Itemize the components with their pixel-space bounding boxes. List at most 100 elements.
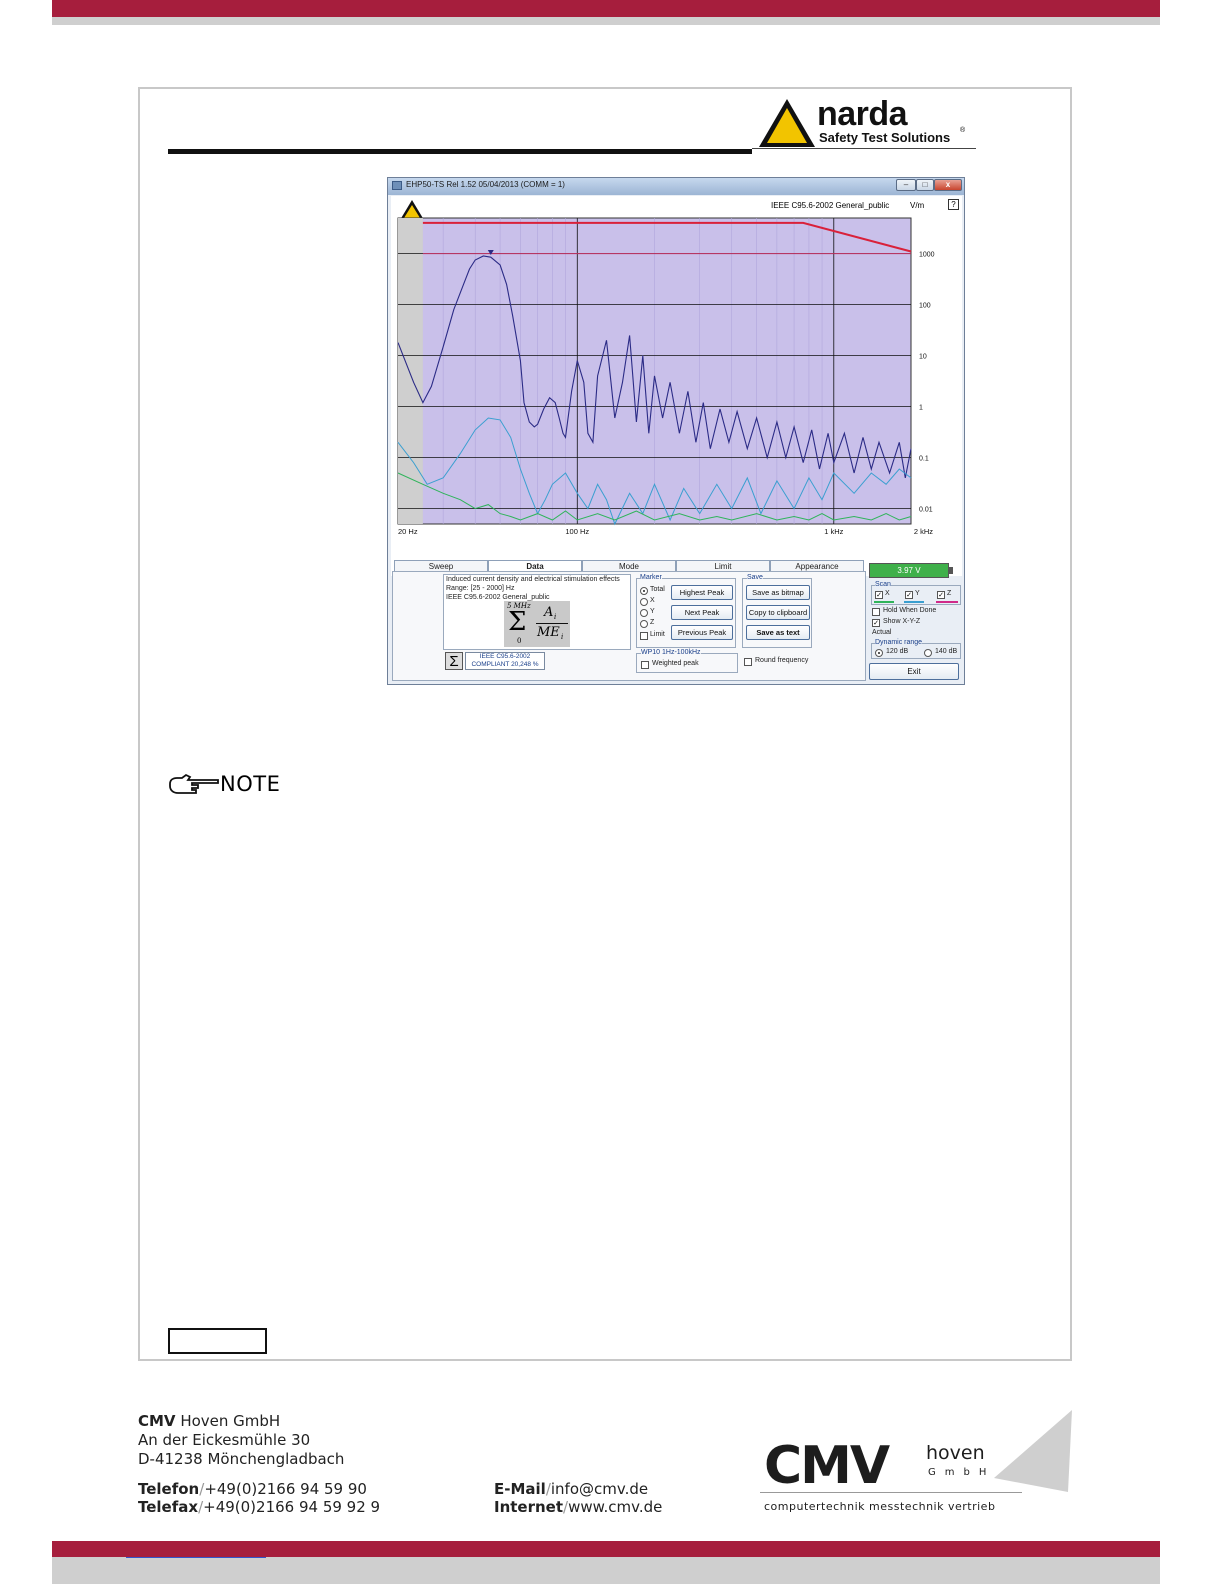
company-bold: CMV [138, 1412, 176, 1430]
save-text-button[interactable]: Save as text [746, 625, 810, 640]
note-label: NOTE [220, 772, 281, 796]
app-window: EHP50-TS Rel 1.52 05/04/2013 (COMM = 1) … [387, 177, 965, 685]
compliance-status: COMPLIANT 20,248 % [471, 661, 539, 668]
narda-tagline: Safety Test Solutions [819, 130, 951, 145]
cmv-triangle-icon [994, 1410, 1072, 1492]
scan-y-color [904, 601, 924, 603]
footer-city: D-41238 Mönchengladbach [138, 1450, 345, 1468]
email-label: E-Mail [494, 1480, 546, 1498]
formula-denominator-index: i [561, 633, 564, 641]
hold-when-done-checkbox[interactable] [872, 608, 880, 616]
close-button[interactable]: x [934, 179, 962, 191]
app-icon [392, 181, 402, 190]
copy-clipboard-button[interactable]: Copy to clipboard [746, 605, 810, 620]
note-block: NOTE [168, 770, 298, 800]
scan-title: Scan [875, 581, 891, 588]
round-frequency-label: Round frequency [755, 657, 809, 664]
narda-wordmark: narda [817, 95, 908, 133]
x-tick-label: 20 Hz [398, 527, 418, 536]
actual-label: Actual [872, 629, 892, 636]
battery-indicator: 3.97 V [869, 563, 949, 578]
plot-area: IEEE C95.6-2002 General_public V/m ? 100… [391, 196, 962, 576]
dynamic-range-group: Dynamic range 120 dB 140 dB [871, 639, 961, 659]
footer-email: E-Mail/info@cmv.de [494, 1480, 648, 1498]
range-140-radio[interactable] [924, 649, 932, 657]
marker-radio-y[interactable] [640, 609, 648, 617]
page-number-box [168, 1328, 267, 1354]
formula-numerator: A [544, 605, 554, 620]
marker-label-total: Total [650, 586, 665, 593]
hold-when-done-label: Hold When Done [883, 607, 937, 614]
marker-radio-z[interactable] [640, 620, 648, 628]
fax-label: Telefax [138, 1498, 199, 1516]
battery-tip [949, 567, 953, 574]
phone-value: +49(0)2166 94 59 90 [204, 1480, 367, 1498]
bottom-grey-bar [52, 1557, 1160, 1584]
previous-peak-button[interactable]: Previous Peak [671, 625, 733, 640]
x-tick-label: 100 Hz [565, 527, 589, 536]
x-tick-label: 1 kHz [824, 527, 843, 536]
marker-radio-x[interactable] [640, 598, 648, 606]
minimize-button[interactable]: – [896, 179, 916, 191]
limit-label: Limit [650, 631, 665, 638]
formula-lower-limit: 0 [517, 637, 522, 645]
weighted-peak-label: Weighted peak [652, 660, 699, 667]
scan-x-label: X [885, 590, 890, 597]
scan-x-checkbox[interactable]: ✓ [875, 591, 883, 599]
top-brand-bar [52, 0, 1160, 17]
battery-voltage: 3.97 V [897, 566, 921, 575]
registered-mark: ® [960, 127, 966, 134]
limit-checkbox[interactable] [640, 632, 648, 640]
scan-y-label: Y [915, 590, 920, 597]
window-titlebar[interactable]: EHP50-TS Rel 1.52 05/04/2013 (COMM = 1) … [388, 178, 964, 195]
compliance-standard: IEEE C95.6-2002 [479, 653, 531, 660]
scan-y-checkbox[interactable]: ✓ [905, 591, 913, 599]
marker-label-x: X [650, 597, 655, 604]
footer-phone: Telefon/+49(0)2166 94 59 90 [138, 1480, 367, 1498]
cmv-hoven: hoven [926, 1442, 985, 1464]
formula-numerator-index: i [554, 613, 557, 621]
y-tick-label: 0.1 [919, 456, 929, 463]
save-group: Save Save as bitmap Copy to clipboard Sa… [742, 574, 812, 648]
sigma-icon[interactable]: Σ [445, 652, 463, 670]
y-tick-label: 100 [919, 303, 931, 310]
highest-peak-button[interactable]: Highest Peak [671, 585, 733, 600]
weighted-peak-checkbox[interactable] [641, 661, 649, 669]
marker-title: Marker [640, 574, 662, 581]
bottom-link-underline [126, 1557, 266, 1558]
narda-logo: narda Safety Test Solutions ® [757, 95, 977, 149]
scan-z-checkbox[interactable]: ✓ [937, 591, 945, 599]
pointing-hand-icon [169, 773, 219, 794]
data-panel: Induced current density and electrical s… [392, 571, 866, 681]
wp10-group: WP10 1Hz-100kHz Weighted peak [636, 649, 738, 673]
wp10-title: WP10 1Hz-100kHz [641, 649, 701, 656]
fax-value: +49(0)2166 94 59 92 9 [203, 1498, 381, 1516]
company-rest: Hoven GmbH [175, 1412, 281, 1430]
bottom-brand-bar [52, 1541, 1160, 1557]
exit-button[interactable]: Exit [869, 663, 959, 680]
marker-radio-total[interactable] [640, 587, 648, 595]
cmv-gmbh: GmbH [928, 1467, 996, 1478]
help-button[interactable]: ? [948, 199, 959, 210]
maximize-button[interactable]: □ [916, 179, 934, 191]
range-120-radio[interactable] [875, 649, 883, 657]
show-xyz-checkbox[interactable]: ✓ [872, 619, 880, 627]
save-bitmap-button[interactable]: Save as bitmap [746, 585, 810, 600]
top-grey-bar [52, 17, 1160, 25]
compliance-box: IEEE C95.6-2002 COMPLIANT 20,248 % [465, 652, 545, 670]
warning-triangle-icon [759, 99, 815, 147]
x-tick-label: 2 kHz [914, 527, 933, 536]
cmv-tagline: computertechnik messtechnik vertrieb [764, 1500, 996, 1513]
scan-group: Scan ✓ X ✓ Y ✓ Z [871, 581, 961, 605]
phone-label: Telefon [138, 1480, 200, 1498]
marker-group: Marker Total X Y Z Limit Highest Peak Ne… [636, 574, 736, 648]
footer-company: CMV Hoven GmbH [138, 1412, 280, 1430]
web-label: Internet [494, 1498, 564, 1516]
next-peak-button[interactable]: Next Peak [671, 605, 733, 620]
web-value[interactable]: www.cmv.de [568, 1498, 662, 1516]
scan-z-color [936, 601, 958, 603]
formula-image: 5 MHz Σ 0 A i ME i [504, 601, 570, 647]
cmv-logo: CMV hoven GmbH computertechnik messtechn… [760, 1408, 1076, 1518]
round-frequency-checkbox[interactable] [744, 658, 752, 666]
email-value[interactable]: info@cmv.de [551, 1480, 648, 1498]
